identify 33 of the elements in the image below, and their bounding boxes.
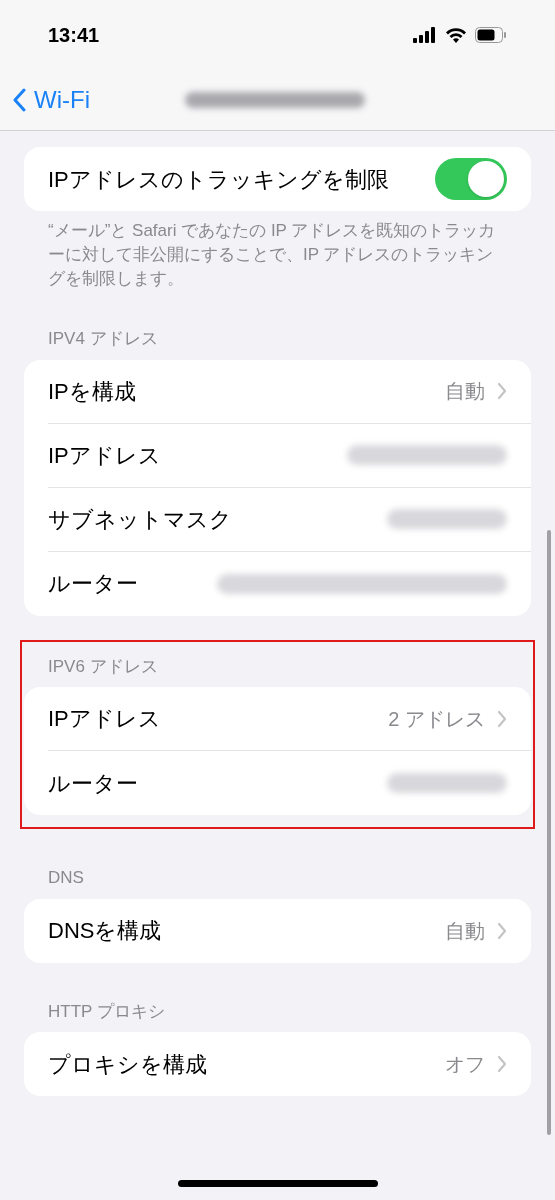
back-button[interactable]: Wi-Fi <box>12 82 90 118</box>
row-label: ルーター <box>48 769 139 798</box>
detail-row[interactable]: 2 アドレス <box>388 703 507 734</box>
section-header: IPV4 アドレス <box>47 328 159 351</box>
toggle-switch[interactable] <box>435 158 507 200</box>
row-label: ルーター <box>48 570 139 599</box>
row-value: オフ <box>445 1052 485 1078</box>
battery-icon <box>475 27 507 43</box>
chevron-icon <box>497 709 507 728</box>
detail-row[interactable]: オフ <box>445 1049 507 1080</box>
row-value: 自動 <box>445 918 485 944</box>
row-value: 2 アドレス <box>388 706 485 732</box>
footer-text: “メール”と Safari であなたの IP アドレスを既知のトラッカーに対して非公開にすることで、IP アドレスのトラッキングを制限します。 <box>47 220 497 290</box>
row-label: サブネットマスク <box>48 505 233 534</box>
row-label: IPアドレスのトラッキングを制限 <box>48 165 390 194</box>
section-header: IPV6 アドレス <box>47 655 159 678</box>
wifi-icon <box>445 27 467 43</box>
detail-row[interactable]: 自動 <box>445 376 507 407</box>
row-label: プロキシを構成 <box>48 1050 208 1079</box>
chevron-icon <box>497 382 507 401</box>
chevron-icon <box>497 1055 507 1074</box>
detail-row[interactable]: 自動 <box>445 915 507 946</box>
section-header: DNS <box>47 867 85 890</box>
status-time: 13:41 <box>48 23 100 48</box>
row-label: IPアドレス <box>48 441 162 470</box>
section-header: HTTP プロキシ <box>47 1000 166 1023</box>
row-value: 自動 <box>445 379 485 405</box>
chevron-icon <box>497 921 507 940</box>
row-label: IPアドレス <box>48 705 162 734</box>
signal-icon <box>413 27 437 43</box>
row-label: DNSを構成 <box>48 917 163 946</box>
row-label: IPを構成 <box>48 377 137 406</box>
back-chevron-icon <box>12 88 26 112</box>
